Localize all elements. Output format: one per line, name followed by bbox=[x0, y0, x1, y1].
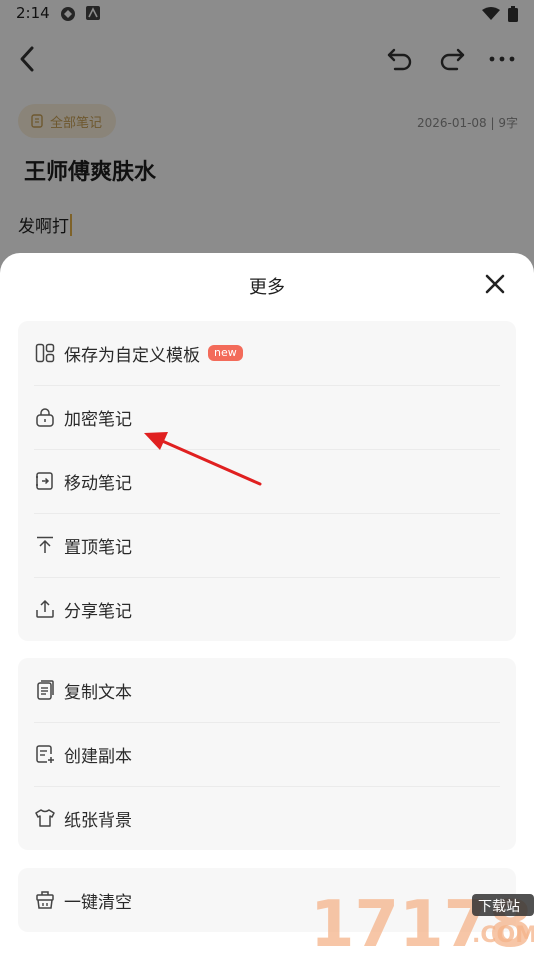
watermark-logo: 17178 下载站 .COM bbox=[310, 884, 534, 954]
watermark-domain: .COM bbox=[472, 923, 534, 948]
watermark-sub: 下载站 bbox=[478, 899, 520, 915]
annotation-arrow bbox=[144, 432, 262, 486]
